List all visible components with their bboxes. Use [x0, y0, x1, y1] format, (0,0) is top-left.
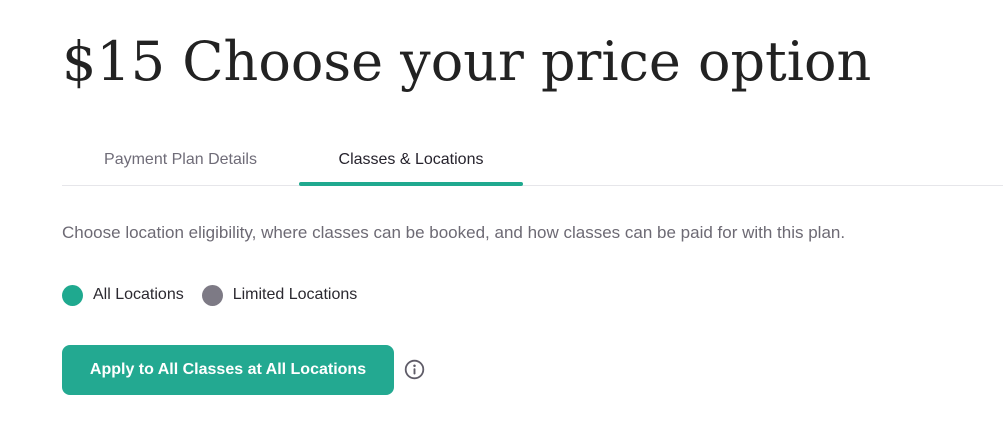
location-eligibility-description: Choose location eligibility, where class…: [62, 223, 846, 242]
all-locations-label: All Locations: [93, 286, 184, 303]
tab-bar: Payment Plan Details Classes & Locations: [62, 134, 1003, 186]
all-locations-option[interactable]: All Locations: [62, 284, 184, 306]
tab-classes-and-locations[interactable]: Classes & Locations: [299, 134, 523, 185]
apply-to-all-classes-button[interactable]: Apply to All Classes at All Locations: [62, 345, 394, 395]
all-locations-radio[interactable]: [62, 284, 83, 306]
limited-locations-label: Limited Locations: [232, 286, 358, 303]
page-title: $15 Choose your price option: [62, 30, 872, 93]
limited-locations-radio[interactable]: [201, 284, 223, 306]
info-icon[interactable]: [404, 359, 425, 380]
tab-payment-plan-details[interactable]: Payment Plan Details: [62, 134, 299, 185]
location-eligibility-radio-group: All Locations Limited Locations: [62, 284, 375, 306]
active-tab-indicator: [299, 182, 523, 186]
limited-locations-option[interactable]: Limited Locations: [201, 284, 358, 306]
